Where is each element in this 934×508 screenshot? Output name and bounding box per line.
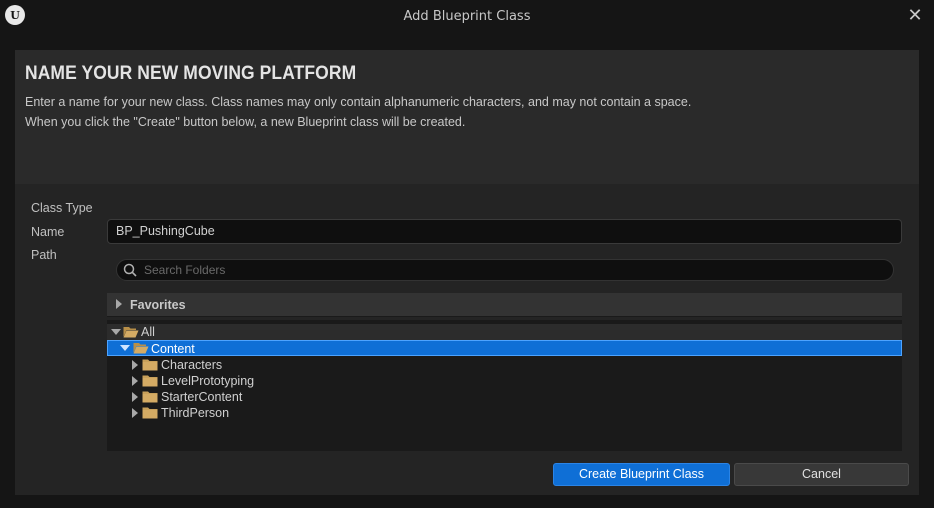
chevron-right-icon[interactable] (132, 376, 138, 386)
create-blueprint-class-button[interactable]: Create Blueprint Class (553, 463, 730, 486)
chevron-right-icon[interactable] (132, 360, 138, 370)
tree-item-levelprototyping[interactable]: LevelPrototyping (107, 373, 902, 389)
window-title: Add Blueprint Class (403, 9, 531, 24)
folder-open-icon (133, 343, 149, 354)
tree-item-label: StarterContent (161, 390, 243, 404)
name-label: Name (31, 225, 65, 239)
header-panel: NAME YOUR NEW MOVING PLATFORM Enter a na… (15, 50, 919, 184)
folder-open-icon (123, 327, 139, 338)
tree-item-content[interactable]: Content (107, 340, 902, 356)
dialog-body: NAME YOUR NEW MOVING PLATFORM Enter a na… (15, 50, 919, 495)
description-line-1: Enter a name for your new class. Class n… (25, 95, 692, 109)
cancel-button[interactable]: Cancel (734, 463, 909, 486)
search-placeholder: Search Folders (144, 263, 226, 277)
folder-icon (142, 407, 158, 419)
tree-item-characters[interactable]: Characters (107, 357, 902, 373)
tree-item-label: ThirdPerson (161, 406, 230, 420)
folder-icon (142, 391, 158, 403)
chevron-right-icon[interactable] (116, 299, 122, 309)
search-folders-input[interactable]: Search Folders (116, 259, 894, 281)
tree-item-all[interactable]: All (107, 324, 902, 340)
favorites-label: Favorites (130, 298, 186, 312)
chevron-down-icon[interactable] (120, 345, 130, 351)
folder-icon (142, 359, 158, 371)
folder-tree: All Content Characters LevelPrototyping … (107, 320, 902, 451)
favorites-section[interactable]: Favorites (107, 293, 902, 317)
description-line-2: When you click the "Create" button below… (25, 115, 466, 129)
class-type-label: Class Type (31, 201, 93, 215)
title-bar: U Add Blueprint Class ✕ (0, 0, 934, 34)
chevron-right-icon[interactable] (132, 408, 138, 418)
tree-item-label: LevelPrototyping (161, 374, 255, 388)
folder-icon (142, 375, 158, 387)
tree-item-thirdperson[interactable]: ThirdPerson (107, 405, 902, 421)
close-icon[interactable]: ✕ (904, 5, 926, 27)
tree-item-label: All (141, 325, 155, 339)
chevron-down-icon[interactable] (111, 329, 121, 335)
search-icon (123, 263, 137, 277)
dialog-heading: NAME YOUR NEW MOVING PLATFORM (25, 63, 357, 84)
tree-item-startercontent[interactable]: StarterContent (107, 389, 902, 405)
tree-item-label: Characters (161, 358, 223, 372)
chevron-right-icon[interactable] (132, 392, 138, 402)
tree-item-label: Content (151, 342, 195, 356)
class-name-input[interactable]: BP_PushingCube (107, 219, 902, 244)
path-label: Path (31, 248, 57, 262)
